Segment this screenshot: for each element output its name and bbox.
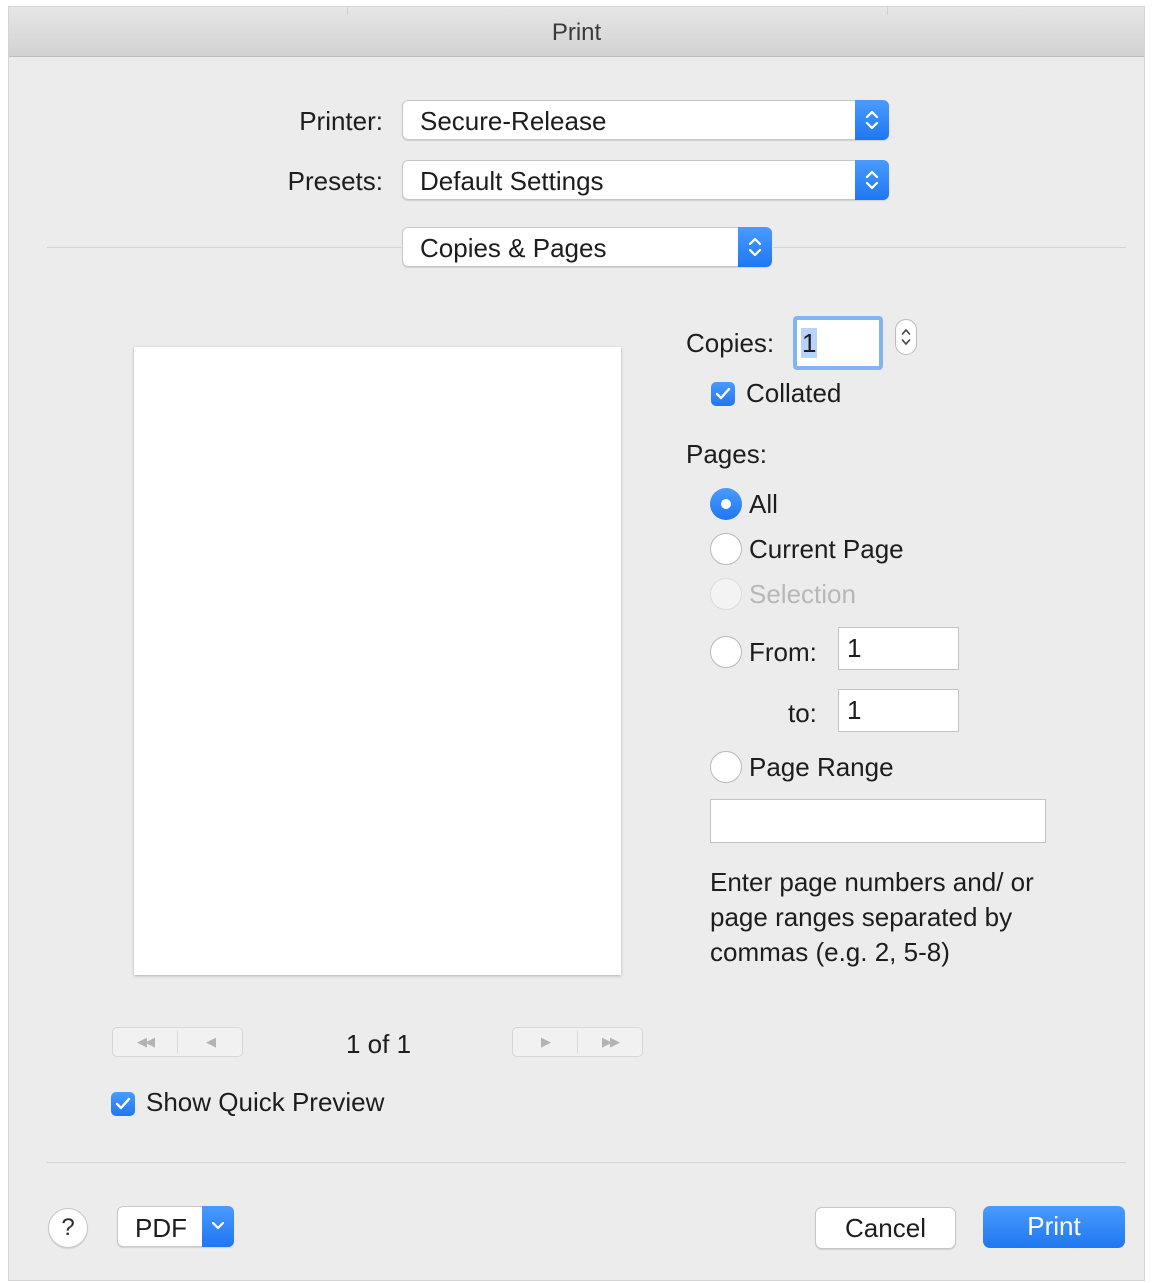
copies-value: 1 — [801, 328, 818, 358]
title-bar-divider — [347, 7, 348, 15]
from-field[interactable]: 1 — [838, 627, 959, 670]
popup-arrows-icon — [738, 227, 772, 267]
presets-value: Default Settings — [420, 166, 604, 196]
section-divider-right — [773, 247, 1126, 248]
help-button[interactable]: ? — [48, 1208, 88, 1248]
copies-label: Copies: — [686, 328, 775, 358]
page-range-field[interactable] — [710, 799, 1046, 843]
from-radio[interactable] — [710, 636, 742, 668]
previous-page-button[interactable]: ◀ — [178, 1028, 242, 1056]
footer-divider — [47, 1162, 1126, 1163]
current-page-label: Current Page — [749, 534, 904, 564]
pdf-label: PDF — [135, 1213, 187, 1243]
first-page-button[interactable]: ◀◀ — [113, 1028, 177, 1056]
from-label: From: — [749, 637, 817, 667]
collated-checkbox[interactable] — [711, 382, 735, 406]
selection-radio — [710, 578, 742, 610]
show-quick-preview-label: Show Quick Preview — [146, 1087, 385, 1117]
section-popup[interactable]: Copies & Pages — [402, 227, 772, 267]
pdf-menu-button[interactable]: PDF — [117, 1206, 234, 1247]
presets-popup[interactable]: Default Settings — [402, 160, 889, 200]
printer-value: Secure-Release — [420, 106, 607, 136]
section-divider-left — [47, 247, 401, 248]
page-range-hint: Enter page numbers and/ or page ranges s… — [710, 867, 1034, 967]
page-indicator: 1 of 1 — [346, 1029, 412, 1059]
chevron-down-icon — [202, 1206, 234, 1247]
cancel-button[interactable]: Cancel — [815, 1207, 956, 1249]
print-dialog: Print Printer: Secure-Release Presets: D… — [8, 6, 1145, 1281]
print-button[interactable]: Print — [983, 1206, 1125, 1248]
title-bar: Print — [9, 7, 1144, 57]
selection-label: Selection — [749, 579, 856, 609]
collated-label: Collated — [746, 378, 842, 408]
show-quick-preview-checkbox[interactable] — [111, 1092, 135, 1116]
copies-stepper[interactable] — [895, 319, 917, 355]
section-popup-value: Copies & Pages — [420, 233, 607, 263]
title-bar-divider — [887, 7, 888, 15]
last-page-button[interactable]: ▶▶ — [578, 1028, 642, 1056]
presets-label: Presets: — [287, 166, 383, 196]
page-range-label: Page Range — [749, 752, 894, 782]
pages-all-radio[interactable] — [710, 488, 742, 520]
preview-page — [134, 347, 621, 975]
preview-nav-back: ◀◀ ◀ — [112, 1027, 243, 1057]
next-page-button[interactable]: ▶ — [513, 1028, 577, 1056]
pages-all-label: All — [749, 489, 778, 519]
printer-label: Printer: — [299, 106, 383, 136]
page-range-radio[interactable] — [710, 751, 742, 783]
printer-popup[interactable]: Secure-Release — [402, 100, 889, 140]
radio-dot — [721, 499, 731, 509]
window-title: Print — [551, 19, 602, 46]
current-page-radio[interactable] — [710, 533, 742, 565]
to-label: to: — [788, 698, 817, 728]
copies-field[interactable]: 1 — [793, 316, 883, 370]
preview-nav-forward: ▶ ▶▶ — [512, 1027, 643, 1057]
to-field[interactable]: 1 — [838, 689, 959, 732]
checkmark-icon — [715, 387, 731, 400]
checkmark-icon — [115, 1097, 131, 1110]
popup-arrows-icon — [855, 100, 889, 140]
stepper-arrows-icon — [901, 328, 911, 346]
pages-label: Pages: — [686, 439, 767, 469]
popup-arrows-icon — [855, 160, 889, 200]
